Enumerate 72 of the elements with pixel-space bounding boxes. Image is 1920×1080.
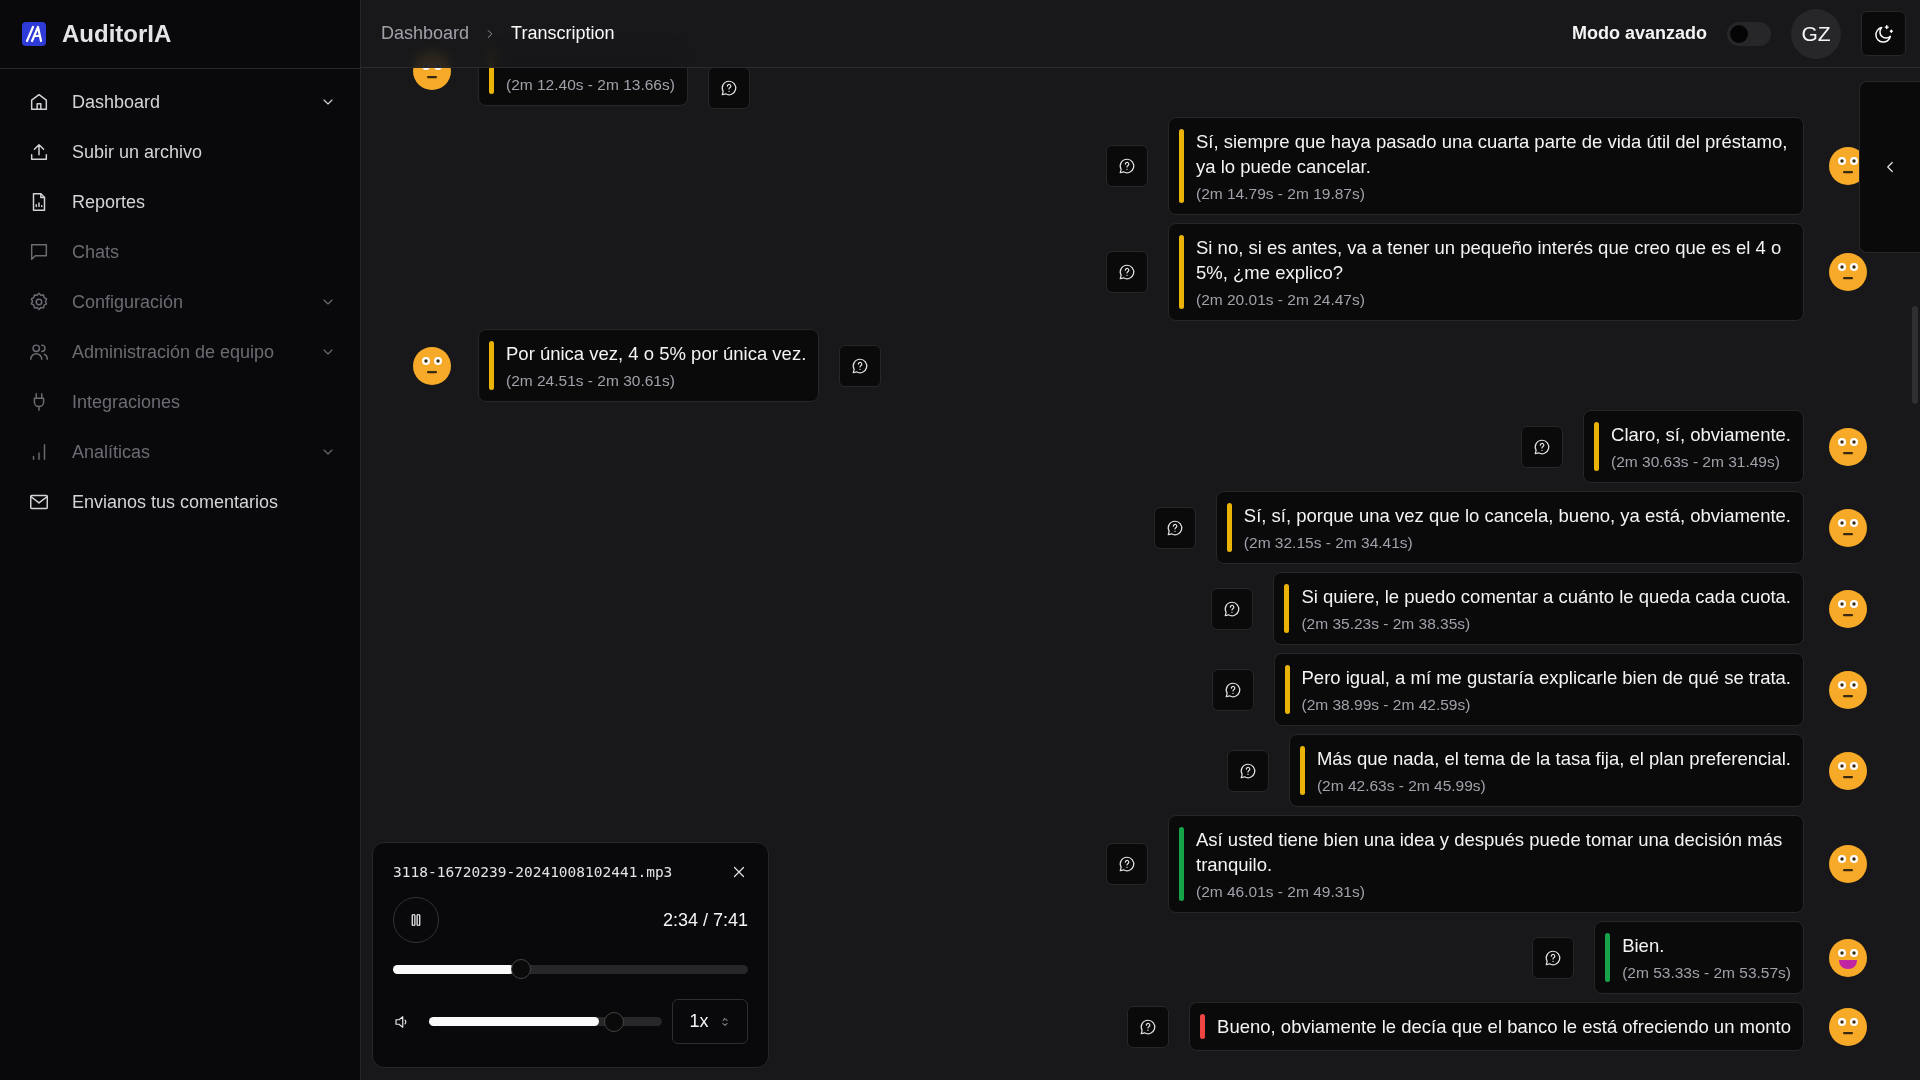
sidebar-item[interactable]: Dashboard	[28, 77, 342, 127]
question-bubble-icon	[1118, 157, 1136, 175]
comment-button[interactable]	[1211, 587, 1254, 630]
comment-button[interactable]	[1521, 425, 1564, 468]
home-icon	[28, 91, 50, 113]
question-bubble-icon	[1118, 855, 1136, 873]
slider-thumb[interactable]	[603, 1011, 624, 1032]
toggle-switch[interactable]	[1727, 21, 1771, 46]
play-pause-button[interactable]	[393, 897, 439, 943]
timestamp: (2m 38.99s - 2m 42.59s)	[1301, 696, 1472, 714]
logo-icon	[22, 22, 46, 46]
scrollbar-thumb[interactable]	[1912, 306, 1918, 404]
message-text: Si no, si es antes, va a tener un pequeño interés que creo que es el 4 o 5%, ¿me explico?	[1196, 236, 1783, 285]
message-text: Sí, sí, porque una vez que lo cancela, bueno, ya está, obviamente.	[1243, 504, 1791, 528]
question-bubble-icon	[1223, 599, 1242, 618]
question-bubble-icon	[1533, 437, 1552, 456]
users-icon	[28, 341, 50, 363]
message-text: Si quiere, le puedo comentar a cuánto le queda cada cuota.	[1301, 585, 1791, 609]
sidebar-item[interactable]: Subir un archivo	[28, 127, 342, 177]
sidebar-item[interactable]: Reportes	[28, 177, 342, 227]
message-text: Bien.	[1622, 934, 1666, 958]
breadcrumb-link[interactable]: Transcription	[511, 23, 615, 44]
theme-button[interactable]	[1861, 11, 1906, 56]
question-bubble-icon	[1238, 761, 1257, 780]
user-avatar[interactable]: GZ	[1791, 8, 1841, 59]
breadcrumb-link[interactable]: Dashboard	[381, 23, 470, 44]
upload-icon	[28, 141, 50, 163]
message-text: Así usted tiene bien una idea y después puede tomar una decisión más tranquilo.	[1196, 828, 1784, 877]
comment-button[interactable]	[1106, 251, 1148, 293]
question-bubble-icon	[1165, 518, 1184, 537]
speed-select[interactable]: 1x	[672, 999, 748, 1044]
question-bubble-icon	[719, 79, 738, 97]
message-text: Claro, sí, obviamente.	[1611, 423, 1791, 447]
timestamp: (2m 12.40s - 2m 13.66s)	[506, 76, 675, 94]
timestamp: (2m 42.63s - 2m 45.99s)	[1316, 777, 1487, 795]
message-text: Más que nada, el tema de la tasa fija, el plan preferencial.	[1316, 747, 1791, 771]
comment-button[interactable]	[1127, 1005, 1170, 1048]
comment-button[interactable]	[707, 67, 750, 109]
timestamp: (2m 14.79s - 2m 19.87s)	[1196, 185, 1366, 203]
question-bubble-icon	[1118, 263, 1136, 281]
timestamp: (2m 32.15s - 2m 34.41s)	[1243, 534, 1414, 552]
timestamp: (2m 53.33s - 2m 53.57s)	[1622, 964, 1791, 982]
comment-button[interactable]	[1226, 749, 1269, 792]
timestamp: (2m 24.51s - 2m 30.61s)	[506, 372, 676, 390]
message-text: Por única vez, 4 o 5% por única vez.	[506, 342, 807, 366]
timestamp: (2m 30.63s - 2m 31.49s)	[1611, 453, 1781, 471]
file-name: 3118-16720239-20241008102441.mp3	[393, 864, 673, 880]
timestamp: (2m 46.01s - 2m 49.31s)	[1196, 883, 1366, 901]
app-name: AuditorIA	[62, 20, 172, 48]
chat-icon	[28, 241, 50, 263]
panel-toggle[interactable]	[1859, 81, 1920, 253]
sidebar-item[interactable]: Envianos tus comentarios	[28, 477, 342, 527]
message-text: Sí, siempre que haya pasado una cuarta parte de vida útil del préstamo, ya lo puede cancelar.	[1196, 130, 1789, 179]
comment-button[interactable]	[1106, 145, 1148, 187]
question-bubble-icon	[1544, 948, 1563, 967]
comment-button[interactable]	[1532, 936, 1575, 979]
question-bubble-icon	[851, 356, 870, 375]
timestamp: (2m 20.01s - 2m 24.47s)	[1196, 291, 1366, 309]
slider-thumb[interactable]	[510, 959, 531, 979]
message-text: Bueno, obviamente le decía que el banco le está ofreciendo un monto	[1217, 1015, 1791, 1039]
message-text: Pero igual, a mí me gustaría explicarle bien de qué se trata.	[1301, 666, 1791, 690]
moon-icon	[1872, 22, 1895, 45]
settings-icon	[28, 291, 50, 313]
question-bubble-icon	[1139, 1017, 1158, 1036]
comment-button[interactable]	[1106, 843, 1148, 885]
comment-button[interactable]	[1153, 506, 1196, 549]
toggle-label: Modo avanzado	[1572, 23, 1707, 44]
timestamp: (2m 35.23s - 2m 38.35s)	[1301, 615, 1472, 633]
comment-button[interactable]	[1211, 668, 1254, 711]
comment-button[interactable]	[839, 344, 882, 387]
playback-time: 2:34 / 7:41	[662, 909, 748, 931]
question-bubble-icon	[1223, 680, 1242, 699]
